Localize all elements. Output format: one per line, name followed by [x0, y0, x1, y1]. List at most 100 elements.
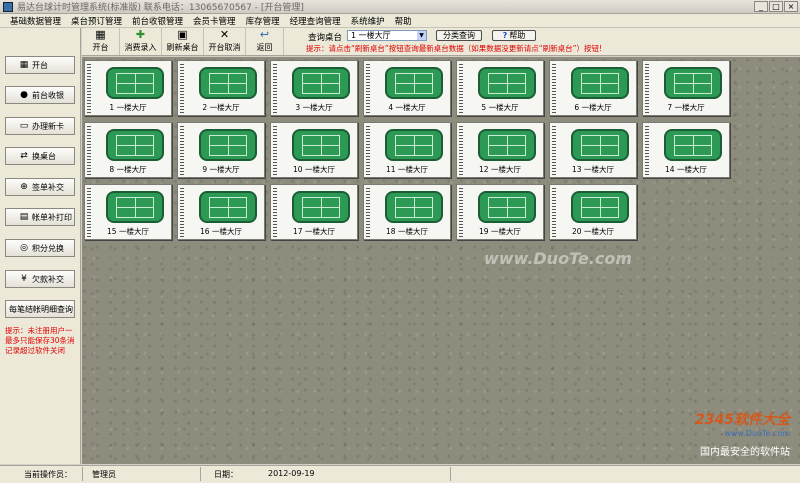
table-card[interactable]: 4 一楼大厅: [363, 60, 451, 116]
toolbar-consume-entry-button[interactable]: ✚ 消费录入: [120, 28, 162, 55]
table-label: 3 一楼大厅: [295, 103, 333, 112]
toolbar-button-label: 刷新桌台: [166, 43, 199, 52]
sidebar-button-label: 每笔结帐明细查询: [9, 304, 73, 314]
menu-member-card[interactable]: 会员卡管理: [193, 15, 236, 27]
table-label: 14 一楼大厅: [665, 165, 707, 174]
sidebar-open-table-button[interactable]: ▦ 开台: [5, 56, 75, 74]
table-label: 19 一楼大厅: [479, 227, 521, 236]
table-card[interactable]: 20 一楼大厅: [549, 184, 637, 240]
status-bar: 当前操作员： 管理员 日期： 2012-09-19: [0, 465, 800, 483]
table-card[interactable]: 5 一楼大厅: [456, 60, 544, 116]
refresh-hint: 提示：请点击“刷新桌台”按钮查询最新桌台数据（如果数据没更新请点“刷新桌台”）按…: [306, 44, 603, 53]
operator-label: 当前操作员：: [24, 470, 72, 479]
table-label: 2 一楼大厅: [202, 103, 240, 112]
menu-table-booking[interactable]: 桌台预订管理: [71, 15, 122, 27]
table-label: 5 一楼大厅: [481, 103, 519, 112]
table-label: 11 一楼大厅: [386, 165, 428, 174]
help-button-label: 帮助: [509, 31, 526, 40]
billiard-table-icon: [478, 191, 536, 223]
sidebar-reprint-button[interactable]: ▤ 帐单补打印: [5, 208, 75, 226]
swap-table-icon: ⇄: [20, 151, 28, 161]
maximize-button[interactable]: □: [769, 1, 783, 12]
table-card[interactable]: 14 一楼大厅: [642, 122, 730, 178]
table-card[interactable]: 12 一楼大厅: [456, 122, 544, 178]
close-button[interactable]: ×: [784, 1, 798, 12]
query-area: 查询桌台 1 一楼大厅 ▼ 分类查询 ? 帮助 提示：请点击“刷新桌台”按钮查询最…: [306, 30, 798, 54]
table-label: 16 一楼大厅: [200, 227, 242, 236]
points-exchange-icon: ◎: [20, 243, 28, 253]
toolbar-button-label: 返回: [256, 43, 273, 52]
help-button[interactable]: ? 帮助: [492, 30, 536, 41]
table-card[interactable]: 1 一楼大厅: [84, 60, 172, 116]
sidebar-debt-payment-button[interactable]: ¥ 欠款补交: [5, 270, 75, 288]
open-table-icon: ▦: [19, 60, 29, 70]
new-card-icon: ▭: [19, 121, 29, 131]
sidebar-button-label: 积分兑换: [32, 243, 64, 253]
sidebar-new-card-button[interactable]: ▭ 办理新卡: [5, 117, 75, 135]
table-area: 1 一楼大厅 2 一楼大厅 3 一楼大厅 4 一楼大厅 5 一楼大厅 6 一楼大厅 7 一楼…: [82, 57, 800, 464]
chevron-down-icon: ▼: [417, 31, 426, 40]
table-card[interactable]: 8 一楼大厅: [84, 122, 172, 178]
menu-basic-data[interactable]: 基础数据管理: [10, 15, 61, 27]
toolbar-refresh-button[interactable]: ▣ 刷新桌台: [162, 28, 204, 55]
table-card[interactable]: 15 一楼大厅: [84, 184, 172, 240]
status-separator: [450, 467, 451, 481]
sidebar-swap-table-button[interactable]: ⇄ 换桌台: [5, 147, 75, 165]
table-label: 15 一楼大厅: [107, 227, 149, 236]
cancel-x-icon: ✕: [219, 28, 230, 41]
billiard-table-icon: [292, 129, 350, 161]
return-icon: ↩: [259, 28, 270, 41]
table-card[interactable]: 16 一楼大厅: [177, 184, 265, 240]
reprint-icon: ▤: [19, 212, 29, 222]
table-label: 4 一楼大厅: [388, 103, 426, 112]
logo-slogan: 国内最安全的软件站: [700, 447, 790, 458]
menu-system[interactable]: 系统维护: [351, 15, 385, 27]
table-card[interactable]: 18 一楼大厅: [363, 184, 451, 240]
table-card[interactable]: 7 一楼大厅: [642, 60, 730, 116]
sidebar-button-label: 帐单补打印: [32, 212, 72, 222]
table-label: 13 一楼大厅: [572, 165, 614, 174]
operator-value: 管理员: [92, 470, 116, 479]
billiard-table-icon: [664, 129, 722, 161]
sidebar-points-exchange-button[interactable]: ◎ 积分兑换: [5, 239, 75, 257]
table-card[interactable]: 19 一楼大厅: [456, 184, 544, 240]
table-card[interactable]: 9 一楼大厅: [177, 122, 265, 178]
menu-help[interactable]: 帮助: [395, 15, 412, 27]
table-label: 9 一楼大厅: [202, 165, 240, 174]
site-logo: 2345软件大全 www.DuoTe.com 国内最安全的软件站: [652, 405, 792, 458]
toolbar-return-button[interactable]: ↩ 返回: [246, 28, 284, 55]
table-card[interactable]: 11 一楼大厅: [363, 122, 451, 178]
sidebar-checkout-detail-button[interactable]: 每笔结帐明细查询: [5, 300, 75, 318]
table-label: 17 一楼大厅: [293, 227, 335, 236]
query-select-value: 1 一楼大厅: [351, 31, 391, 40]
sidebar-cashier-button[interactable]: ● 前台收银: [5, 86, 75, 104]
table-card[interactable]: 17 一楼大厅: [270, 184, 358, 240]
menu-manager-query[interactable]: 经理查询管理: [290, 15, 341, 27]
table-card[interactable]: 3 一楼大厅: [270, 60, 358, 116]
toolbar: ▦ 开台 ✚ 消费录入 ▣ 刷新桌台 ✕ 开台取消 ↩ 返回 查询桌台 1 一楼…: [82, 28, 800, 56]
window-title: 易达台球计时管理系统(标准版) 联系电话：13065670567 - [开台管理…: [17, 3, 304, 13]
table-label: 18 一楼大厅: [386, 227, 428, 236]
sidebar-bill-supplement-button[interactable]: ⊕ 签单补交: [5, 178, 75, 196]
table-card[interactable]: 6 一楼大厅: [549, 60, 637, 116]
classify-query-button[interactable]: 分类查询: [436, 30, 482, 41]
watermark: www.DuoTe.com: [484, 249, 632, 268]
query-table-select[interactable]: 1 一楼大厅 ▼: [347, 30, 427, 41]
sidebar-button-label: 前台收银: [32, 90, 64, 100]
table-card[interactable]: 2 一楼大厅: [177, 60, 265, 116]
table-label: 1 一楼大厅: [109, 103, 147, 112]
minimize-button[interactable]: _: [754, 1, 768, 12]
table-card[interactable]: 13 一楼大厅: [549, 122, 637, 178]
billiard-table-icon: [199, 67, 257, 99]
menu-inventory[interactable]: 库存管理: [246, 15, 280, 27]
billiard-table-icon: [385, 129, 443, 161]
table-label: 20 一楼大厅: [572, 227, 614, 236]
billiard-table-icon: [292, 191, 350, 223]
table-card[interactable]: 10 一楼大厅: [270, 122, 358, 178]
menu-front-cashier[interactable]: 前台收银管理: [132, 15, 183, 27]
toolbar-open-table-button[interactable]: ▦ 开台: [82, 28, 120, 55]
menu-bar: 基础数据管理 桌台预订管理 前台收银管理 会员卡管理 库存管理 经理查询管理 系…: [0, 14, 800, 28]
logo-main: 2345软件大全: [695, 412, 790, 428]
status-separator: [82, 467, 83, 481]
toolbar-cancel-open-button[interactable]: ✕ 开台取消: [204, 28, 246, 55]
